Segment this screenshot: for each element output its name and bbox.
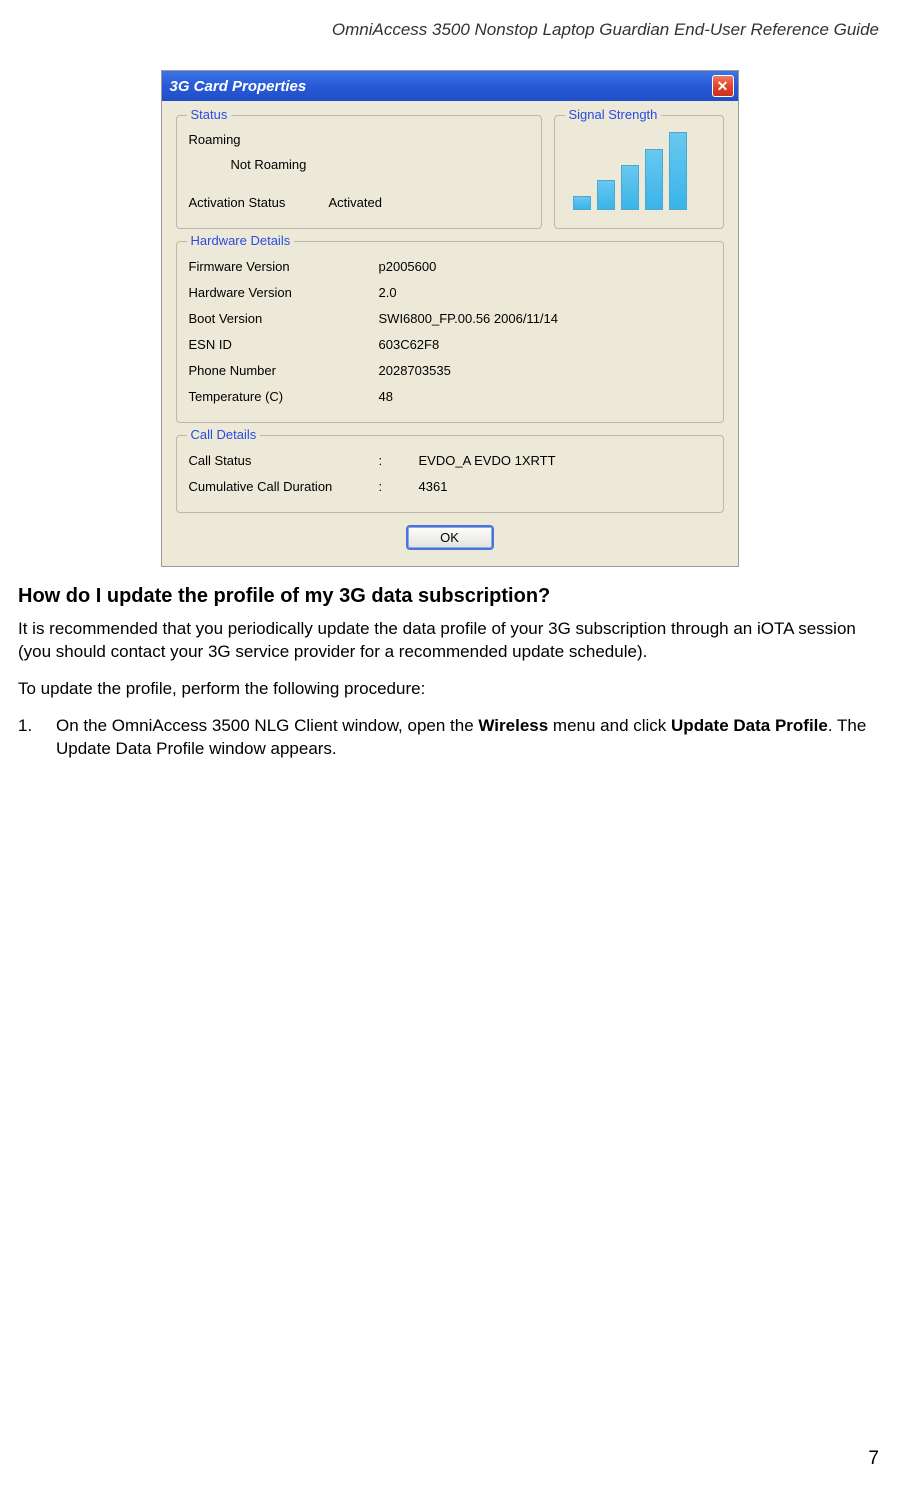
legend-signal: Signal Strength: [565, 107, 662, 122]
group-status: Status Roaming Not Roaming Activation St…: [176, 115, 542, 229]
text-part: On the OmniAccess 3500 NLG Client window…: [56, 716, 478, 735]
value-activation: Activated: [329, 191, 382, 216]
legend-status: Status: [187, 107, 232, 122]
legend-hardware: Hardware Details: [187, 233, 295, 248]
call-sep: :: [379, 474, 419, 500]
table-row: Temperature (C) 48: [189, 384, 711, 410]
call-value: EVDO_A EVDO 1XRTT: [419, 448, 556, 474]
hw-label: Phone Number: [189, 358, 379, 384]
table-row: Call Status : EVDO_A EVDO 1XRTT: [189, 448, 711, 474]
hw-value: 2028703535: [379, 358, 451, 384]
dialog-body: Status Roaming Not Roaming Activation St…: [162, 101, 738, 566]
group-signal: Signal Strength: [554, 115, 724, 229]
text-bold: Update Data Profile: [671, 716, 828, 735]
doc-header: OmniAccess 3500 Nonstop Laptop Guardian …: [16, 20, 879, 40]
legend-call: Call Details: [187, 427, 261, 442]
signal-bars-icon: [567, 128, 711, 210]
paragraph: To update the profile, perform the follo…: [18, 678, 881, 701]
hw-value: SWI6800_FP.00.56 2006/11/14: [379, 306, 559, 332]
call-label: Call Status: [189, 448, 379, 474]
ok-button[interactable]: OK: [406, 525, 494, 550]
table-row: ESN ID 603C62F8: [189, 332, 711, 358]
heading-update-profile: How do I update the profile of my 3G dat…: [18, 585, 881, 608]
text-bold: Wireless: [478, 716, 548, 735]
table-row: Phone Number 2028703535: [189, 358, 711, 384]
hw-value: 48: [379, 384, 393, 410]
group-call: Call Details Call Status : EVDO_A EVDO 1…: [176, 435, 724, 513]
label-activation: Activation Status: [189, 191, 329, 216]
call-sep: :: [379, 448, 419, 474]
text-part: menu and click: [548, 716, 671, 735]
group-hardware: Hardware Details Firmware Version p20056…: [176, 241, 724, 423]
hw-value: 2.0: [379, 280, 397, 306]
hw-label: ESN ID: [189, 332, 379, 358]
page-number: 7: [868, 1448, 879, 1470]
call-value: 4361: [419, 474, 448, 500]
paragraph: It is recommended that you periodically …: [18, 618, 881, 664]
call-label: Cumulative Call Duration: [189, 474, 379, 500]
label-roaming: Roaming: [189, 128, 329, 153]
titlebar-text: 3G Card Properties: [170, 78, 307, 95]
hw-value: 603C62F8: [379, 332, 440, 358]
table-row: Hardware Version 2.0: [189, 280, 711, 306]
hw-label: Firmware Version: [189, 254, 379, 280]
list-item: 1. On the OmniAccess 3500 NLG Client win…: [18, 715, 881, 761]
hw-label: Temperature (C): [189, 384, 379, 410]
table-row: Firmware Version p2005600: [189, 254, 711, 280]
list-text: On the OmniAccess 3500 NLG Client window…: [56, 715, 881, 761]
hw-label: Hardware Version: [189, 280, 379, 306]
hw-label: Boot Version: [189, 306, 379, 332]
table-row: Cumulative Call Duration : 4361: [189, 474, 711, 500]
dialog-3g-card-properties: 3G Card Properties ✕ Status Roaming Not …: [161, 70, 739, 567]
value-roaming: Not Roaming: [189, 153, 307, 178]
titlebar: 3G Card Properties ✕: [162, 71, 738, 101]
hw-value: p2005600: [379, 254, 437, 280]
close-icon[interactable]: ✕: [712, 75, 734, 97]
table-row: Boot Version SWI6800_FP.00.56 2006/11/14: [189, 306, 711, 332]
list-number: 1.: [18, 715, 56, 761]
